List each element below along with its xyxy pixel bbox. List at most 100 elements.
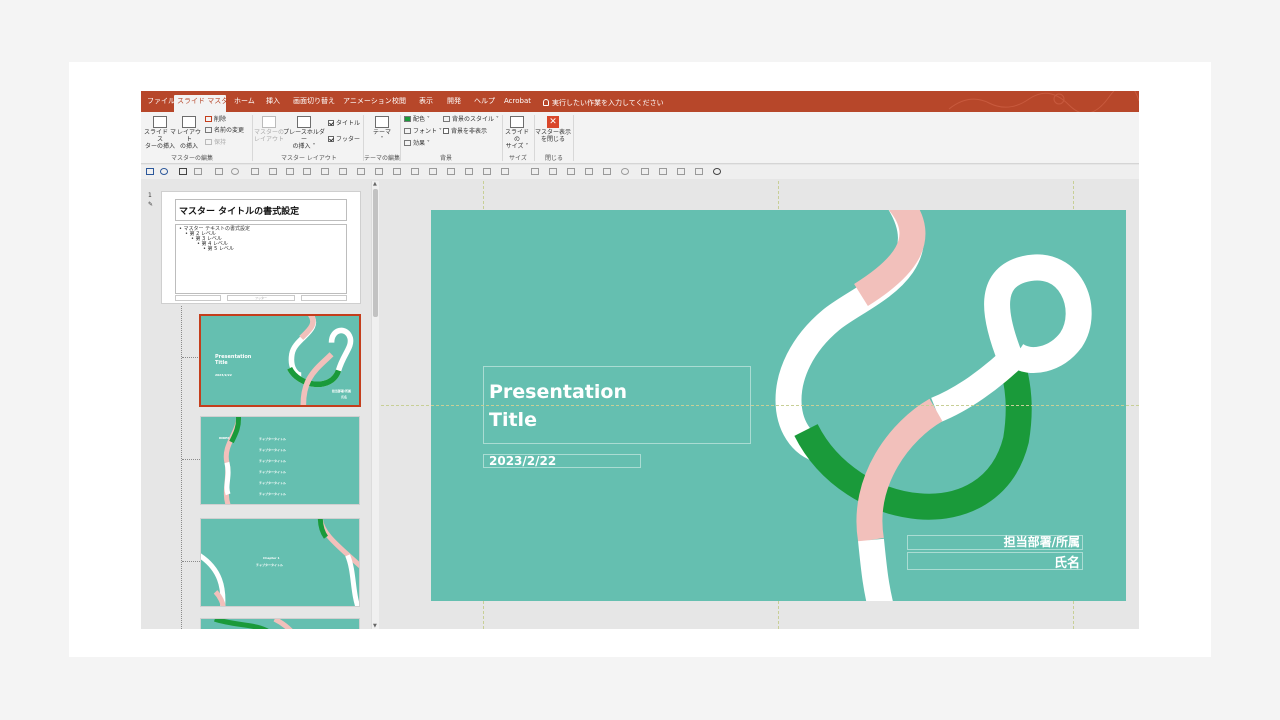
layout-thumbnail-chapter[interactable]: Chapter 1 チャプタータイトル — [200, 518, 360, 607]
highlight-icon[interactable] — [549, 168, 557, 175]
send-backward-icon[interactable] — [357, 168, 365, 175]
star-filled-icon[interactable] — [659, 168, 667, 175]
rotate-icon[interactable] — [303, 168, 311, 175]
close-master-label-2: を閉じる — [540, 136, 565, 143]
rename-icon — [205, 127, 212, 133]
copy-icon[interactable] — [411, 168, 419, 175]
slide-title[interactable]: Presentation Title — [489, 378, 627, 434]
pin-icon: ✎ — [148, 201, 154, 208]
insert-layout-button[interactable]: レイアウト の挿入 — [176, 116, 202, 150]
swap-icon[interactable] — [585, 168, 593, 175]
tell-me-box[interactable]: 実行したい作業を入力してください — [543, 98, 664, 108]
star-icon[interactable] — [567, 168, 575, 175]
theme-button[interactable]: テーマ ˅ — [367, 116, 397, 143]
delete-label: 削除 — [214, 116, 227, 123]
index-item: チャプタータイトル — [259, 448, 286, 452]
tab-acrobat[interactable]: Acrobat — [501, 95, 534, 112]
tab-animations[interactable]: アニメーション — [340, 95, 395, 112]
tab-home[interactable]: ホーム — [231, 95, 258, 112]
resize-icon[interactable] — [695, 168, 703, 175]
link-icon[interactable] — [393, 168, 401, 175]
theme-label: テーマ — [372, 129, 391, 136]
title-checkbox[interactable]: タイトル — [328, 120, 360, 128]
master-layout-button[interactable]: マスターの レイアウト — [254, 116, 284, 143]
layout-thumbnail-index[interactable]: INDEX チャプタータイトル チャプタータイトル チャプタータイトル チャプタ… — [200, 416, 360, 505]
align-icon[interactable] — [269, 168, 277, 175]
tab-slide-master[interactable]: スライド マスター — [174, 95, 235, 112]
textbox-icon[interactable] — [194, 168, 202, 175]
preserve-button[interactable]: 保持 — [205, 139, 226, 147]
delete-button[interactable]: 削除 — [205, 116, 226, 124]
scrollbar-thumb[interactable] — [373, 189, 378, 317]
lightbulb-icon — [543, 99, 549, 106]
list-icon[interactable] — [215, 168, 223, 175]
thumb-index-title: INDEX — [219, 436, 230, 440]
effect-icon[interactable] — [501, 168, 509, 175]
group-label-edit-theme: テーマの編集 — [364, 155, 401, 162]
tab-help[interactable]: ヘルプ — [471, 95, 498, 112]
master-layout-label-2: レイアウト — [254, 136, 285, 143]
colors-button[interactable]: 配色 ˅ — [404, 116, 430, 124]
slide-name[interactable]: 氏名 — [1054, 552, 1080, 571]
master-thumbnail[interactable]: マスター タイトルの書式設定 • マスター テキストの書式設定 • 第 2 レベ… — [161, 191, 361, 304]
font-color-icon[interactable] — [531, 168, 539, 175]
scroll-down-icon[interactable]: ▼ — [373, 623, 377, 629]
rename-button[interactable]: 名前の変更 — [205, 127, 244, 135]
delete-icon — [205, 116, 212, 122]
footer-check-label: フッター — [336, 136, 361, 143]
slide-master-icon — [153, 116, 167, 128]
pin-icon — [205, 139, 212, 145]
tree-tick — [182, 459, 200, 460]
thumbnail-scrollbar[interactable]: ▲ ▼ — [371, 181, 379, 629]
paste-icon[interactable] — [429, 168, 437, 175]
insert-placeholder-label-1: プレースホルダー — [283, 129, 325, 143]
group-label-size: サイズ — [509, 155, 527, 162]
placeholder-icon — [297, 116, 311, 128]
hide-background-checkbox[interactable]: 背景を非表示 — [443, 128, 487, 136]
master-title: マスター タイトルの書式設定 — [175, 199, 347, 221]
scroll-up-icon[interactable]: ▲ — [373, 181, 377, 187]
outline-icon[interactable] — [483, 168, 491, 175]
ribbon-decoration — [948, 91, 1139, 112]
index-item: チャプタータイトル — [259, 437, 286, 441]
lasso-icon[interactable] — [621, 168, 629, 175]
group-icon[interactable] — [286, 168, 294, 175]
distribute-icon[interactable] — [321, 168, 329, 175]
crop-icon[interactable] — [375, 168, 383, 175]
insert-placeholder-button[interactable]: プレースホルダー の挿入 ˅ — [283, 116, 325, 150]
guide-line — [381, 405, 1139, 406]
fonts-button[interactable]: フォント ˅ — [404, 128, 442, 136]
select-icon[interactable] — [179, 168, 187, 175]
index-item: チャプタータイトル — [259, 470, 286, 474]
slide-size-button[interactable]: スライドの サイズ ˅ — [503, 116, 531, 150]
tab-transitions[interactable]: 画面切り替え — [290, 95, 338, 112]
layout-thumbnail-title[interactable]: Presentation Title 2023/2/22 担当部署/所属 氏名 — [199, 314, 361, 407]
save-icon[interactable] — [146, 168, 154, 175]
effects-button[interactable]: 効果 ˅ — [404, 140, 430, 148]
rename-label: 名前の変更 — [214, 127, 245, 134]
network-icon[interactable] — [713, 168, 721, 175]
bring-forward-icon[interactable] — [339, 168, 347, 175]
index-item: チャプタータイトル — [259, 481, 286, 485]
insert-slide-master-button[interactable]: スライド マス ターの挿入 — [143, 116, 177, 150]
fill-icon[interactable] — [465, 168, 473, 175]
footer-checkbox[interactable]: フッター — [328, 136, 360, 144]
undo-arrow-icon[interactable] — [603, 168, 611, 175]
undo-icon[interactable] — [160, 168, 168, 175]
tab-file[interactable]: ファイル — [144, 95, 178, 112]
tab-developer[interactable]: 開発 — [444, 95, 464, 112]
tab-review[interactable]: 校閲 — [389, 95, 409, 112]
close-master-view-button[interactable]: ✕ マスター表示 を閉じる — [535, 116, 571, 143]
picture-icon[interactable] — [677, 168, 685, 175]
image-icon[interactable] — [447, 168, 455, 175]
arrange-icon[interactable] — [251, 168, 259, 175]
layout-thumbnail-partial[interactable] — [200, 618, 360, 629]
tab-insert[interactable]: 挿入 — [263, 95, 283, 112]
background-styles-button[interactable]: 背景のスタイル ˅ — [443, 116, 499, 124]
tab-view[interactable]: 表示 — [416, 95, 436, 112]
slide-department[interactable]: 担当部署/所属 — [1004, 533, 1080, 550]
star-outline-icon[interactable] — [641, 168, 649, 175]
shapes-icon[interactable] — [231, 168, 239, 175]
slide-size-label-1: スライドの — [504, 129, 529, 143]
slide-date[interactable]: 2023/2/22 — [489, 454, 556, 468]
